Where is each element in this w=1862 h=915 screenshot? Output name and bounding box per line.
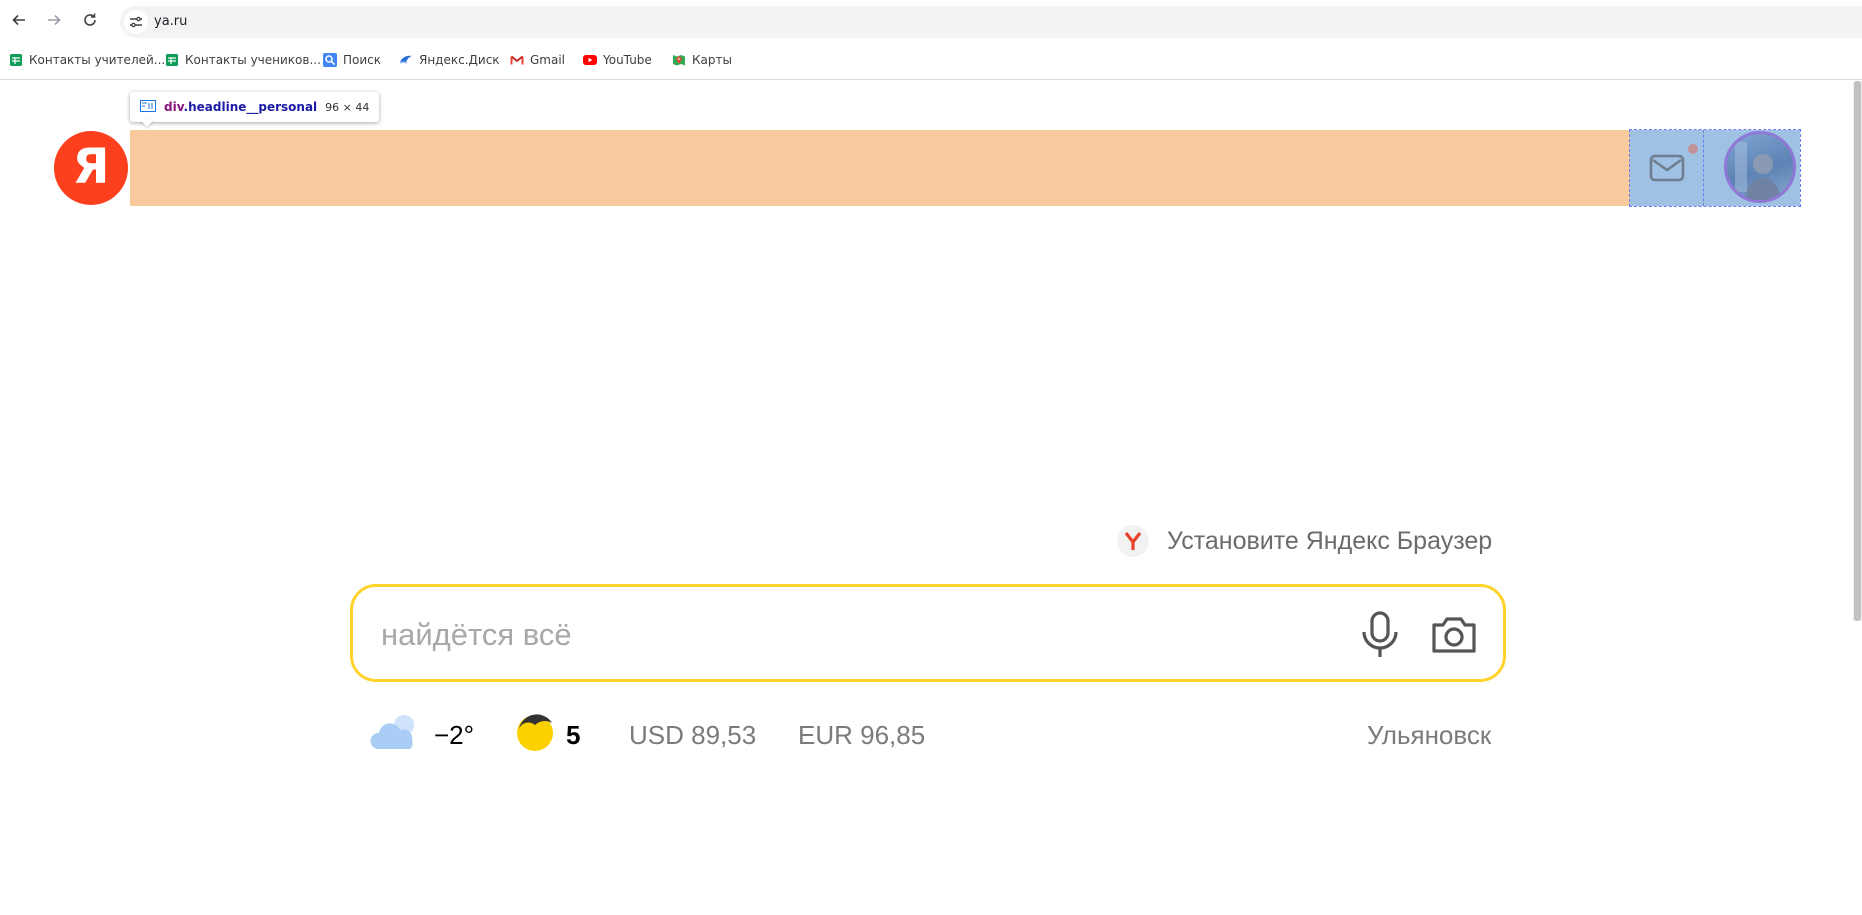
gmail-icon — [510, 53, 524, 67]
bookmark-item[interactable]: YouTube — [583, 51, 652, 69]
camera-icon[interactable] — [1429, 610, 1479, 660]
tooltip-selector: div.headline__personal — [164, 100, 317, 114]
bookmark-label: Поиск — [343, 53, 382, 67]
site-settings-icon[interactable] — [124, 10, 148, 34]
search-box — [350, 584, 1506, 682]
bookmark-item[interactable]: Карты — [672, 51, 732, 69]
reload-icon[interactable] — [78, 8, 102, 32]
bookmark-label: Яндекс.Диск — [419, 53, 500, 67]
usd-rate-text: USD 89,53 — [629, 719, 757, 750]
sheets-icon — [165, 53, 179, 67]
tooltip-dimensions: 96 × 44 — [325, 100, 370, 114]
yandex-logo[interactable]: Я — [54, 131, 128, 205]
selector-tag: div — [164, 100, 184, 114]
search-input[interactable] — [379, 612, 1323, 658]
scrollbar-thumb[interactable] — [1854, 81, 1861, 621]
city-selector[interactable]: Ульяновск — [1367, 710, 1491, 760]
bookmark-label: Карты — [692, 53, 732, 67]
youtube-icon — [583, 53, 597, 67]
traffic-icon — [514, 711, 556, 760]
bookmark-label: Gmail — [530, 53, 566, 67]
informers-row: −2° 5 USD 89,53 EUR 96,85 Ульяновск — [368, 710, 1491, 760]
bookmark-label: YouTube — [603, 53, 652, 67]
bookmark-item[interactable]: Яндекс.Диск — [399, 51, 500, 69]
bookmark-item[interactable]: Gmail — [510, 51, 565, 69]
tooltip-arrow — [140, 120, 154, 127]
eur-rate[interactable]: EUR 96,85 — [798, 710, 925, 760]
mail-icon[interactable] — [1648, 150, 1686, 186]
yandex-browser-icon — [1117, 525, 1149, 557]
headline-personal — [1629, 129, 1801, 207]
browser-toolbar: ya.ru — [0, 0, 1862, 40]
bookmark-label: Контакты учителей... — [29, 53, 166, 67]
promo-label[interactable]: Установите Яндекс Браузер — [1167, 527, 1492, 556]
usd-rate[interactable]: USD 89,53 — [629, 710, 756, 760]
personal-divider — [1703, 130, 1704, 206]
browser-promo[interactable]: Установите Яндекс Браузер — [1117, 525, 1492, 557]
search-icon — [323, 53, 337, 67]
weather-informer[interactable]: −2° — [368, 710, 474, 760]
weather-temp: −2° — [434, 719, 475, 750]
bookmark-label: Контакты учеников... — [185, 53, 321, 67]
maps-icon — [672, 53, 686, 67]
headline-highlight — [130, 130, 1630, 206]
bookmark-item[interactable]: Контакты учеников... — [165, 51, 321, 69]
devtools-tooltip: div.headline__personal 96 × 44 — [130, 92, 380, 122]
forward-arrow-icon[interactable] — [42, 8, 66, 32]
url-text[interactable]: ya.ru — [154, 14, 187, 29]
bookmarks-bar: Контакты учителей... Контакты учеников..… — [0, 40, 1862, 80]
mail-notification-dot — [1688, 144, 1698, 154]
traffic-informer[interactable]: 5 — [514, 710, 580, 760]
disk-icon — [399, 53, 413, 67]
element-inspector-icon — [140, 99, 156, 115]
page-scrollbar[interactable] — [1853, 81, 1862, 621]
selector-class: .headline__personal — [183, 100, 318, 114]
traffic-value: 5 — [566, 719, 581, 750]
logo-letter: Я — [72, 139, 110, 195]
avatar[interactable] — [1724, 131, 1796, 203]
eur-rate-text: EUR 96,85 — [798, 719, 926, 750]
address-bar[interactable]: ya.ru — [120, 6, 1862, 38]
bookmark-item[interactable]: Контакты учителей... — [9, 51, 165, 69]
city-name: Ульяновск — [1367, 719, 1492, 750]
microphone-icon[interactable] — [1357, 610, 1403, 660]
back-arrow-icon[interactable] — [7, 8, 31, 32]
sheets-icon — [9, 53, 23, 67]
bookmark-item[interactable]: Поиск — [323, 51, 381, 69]
cloud-icon — [368, 711, 424, 760]
